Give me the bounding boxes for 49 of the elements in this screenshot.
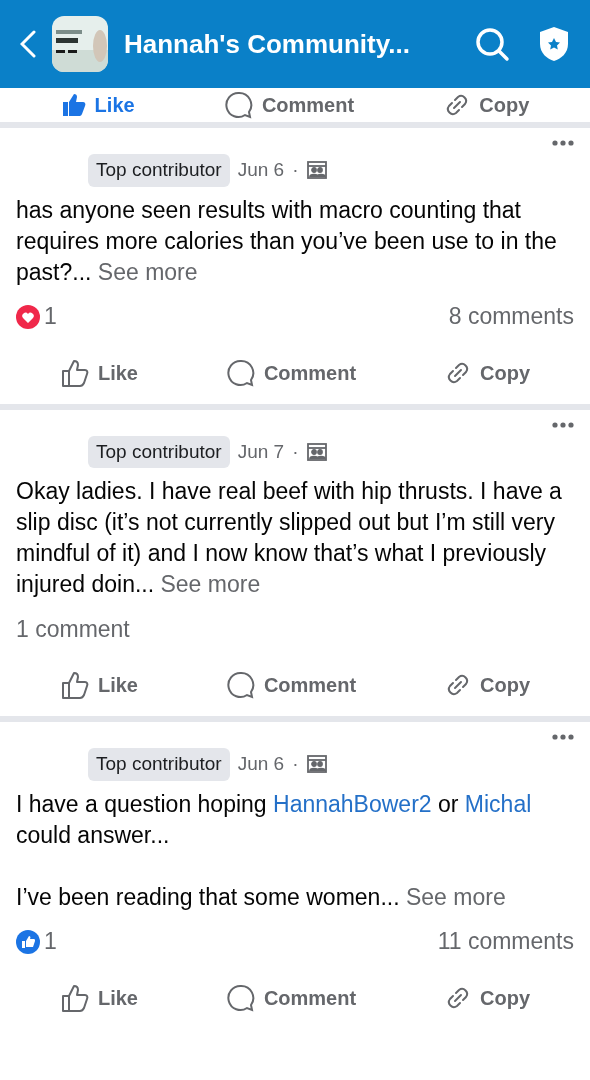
more-options-icon[interactable]: [552, 140, 574, 146]
like-button[interactable]: Like: [60, 90, 135, 120]
post-text: Okay ladies. I have real beef with hip thrusts. I have a slip disc (it’s not currently slipped out but I’m still very mindful of it) and I now know that’s what I previously injured doin... See more: [16, 477, 563, 599]
copy-button[interactable]: Copy: [444, 670, 531, 700]
top-contributor-badge: Top contributor: [88, 748, 230, 781]
comment-button[interactable]: Comment: [225, 670, 357, 700]
mention-link[interactable]: Michal: [464, 790, 532, 817]
copy-button[interactable]: Copy: [444, 982, 531, 1013]
group-title[interactable]: Hannah's Community...: [124, 24, 458, 64]
comment-count[interactable]: 1 comment: [16, 611, 130, 647]
copy-button[interactable]: Copy: [444, 357, 531, 388]
comment-button[interactable]: Comment: [223, 90, 355, 120]
more-options-icon[interactable]: [552, 421, 574, 428]
comment-button[interactable]: Comment: [225, 357, 357, 388]
separator-dot: ·: [292, 439, 299, 464]
copy-button[interactable]: Copy: [443, 90, 530, 120]
group-members-icon: [306, 755, 327, 774]
top-contributor-badge: Top contributor: [88, 154, 230, 187]
post-text: has anyone seen results with macro counting that requires more calories than you’ve been use to in the past?... See more: [16, 195, 558, 287]
see-more-link[interactable]: See more: [97, 258, 198, 285]
group-members-icon: [306, 161, 327, 180]
see-more-link[interactable]: See more: [405, 883, 506, 910]
back-icon[interactable]: [20, 30, 36, 58]
mention-link[interactable]: HannahBower2: [273, 790, 432, 817]
comment-button[interactable]: Comment: [225, 982, 357, 1013]
like-button[interactable]: Like: [59, 670, 138, 700]
shield-star-icon[interactable]: [538, 26, 570, 62]
comment-icon: [223, 90, 254, 120]
group-members-icon: [306, 442, 327, 461]
search-icon[interactable]: [474, 26, 510, 62]
see-more-link[interactable]: See more: [160, 571, 261, 597]
reaction-count[interactable]: 1: [44, 924, 57, 959]
post-date: Jun 6: [237, 158, 285, 182]
reaction-count[interactable]: 1: [44, 299, 57, 334]
post-text: I’ve been reading that some women... See more: [16, 882, 507, 912]
like-button[interactable]: Like: [59, 982, 138, 1013]
comment-icon: [225, 357, 256, 388]
more-options-icon[interactable]: [552, 734, 574, 740]
comment-icon: [225, 670, 256, 700]
post-date: Jun 6: [237, 752, 285, 776]
like-button[interactable]: Like: [59, 357, 138, 388]
top-contributor-badge: Top contributor: [88, 435, 230, 468]
comment-icon: [225, 982, 256, 1013]
separator-dot: ·: [292, 158, 299, 182]
comment-count[interactable]: 8 comments: [448, 299, 574, 334]
comment-count[interactable]: 11 comments: [437, 924, 574, 959]
post-text: I have a question hoping HannahBower2 or Michal could answer...: [16, 789, 533, 850]
post-date: Jun 7: [237, 439, 285, 464]
separator-dot: ·: [292, 752, 299, 776]
